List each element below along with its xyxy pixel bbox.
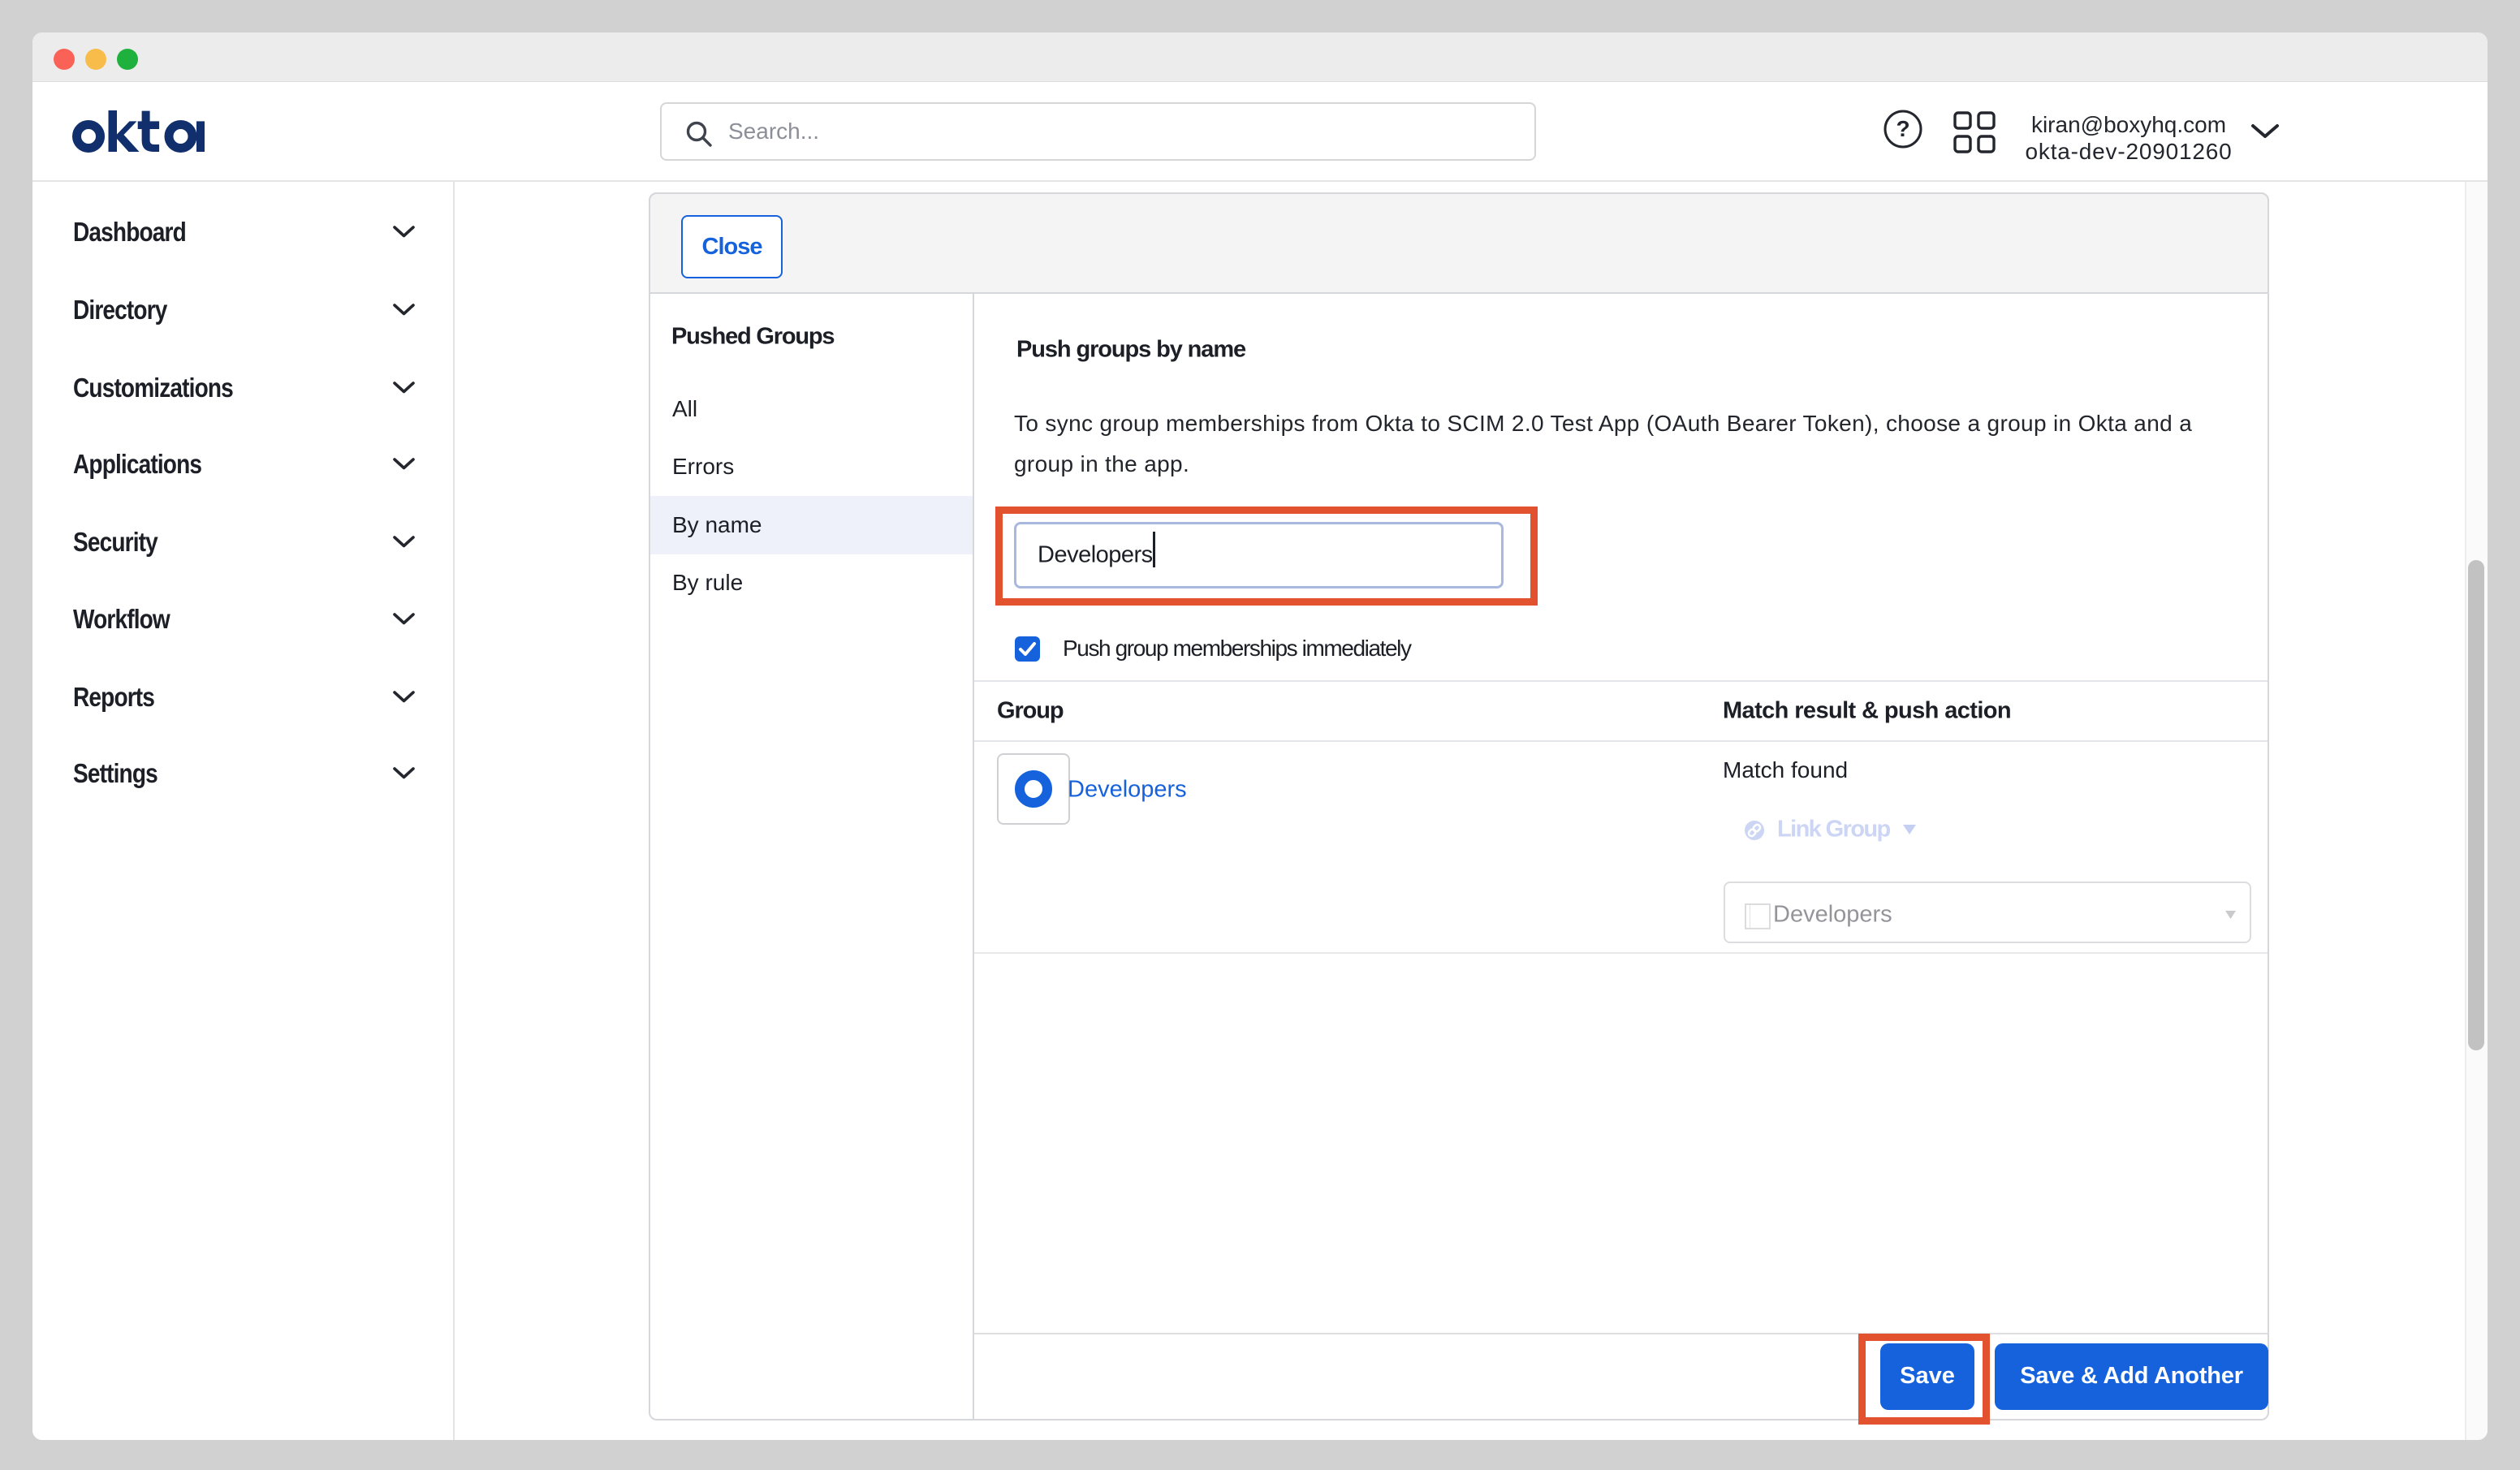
svg-text:?: ?	[1896, 116, 1909, 141]
